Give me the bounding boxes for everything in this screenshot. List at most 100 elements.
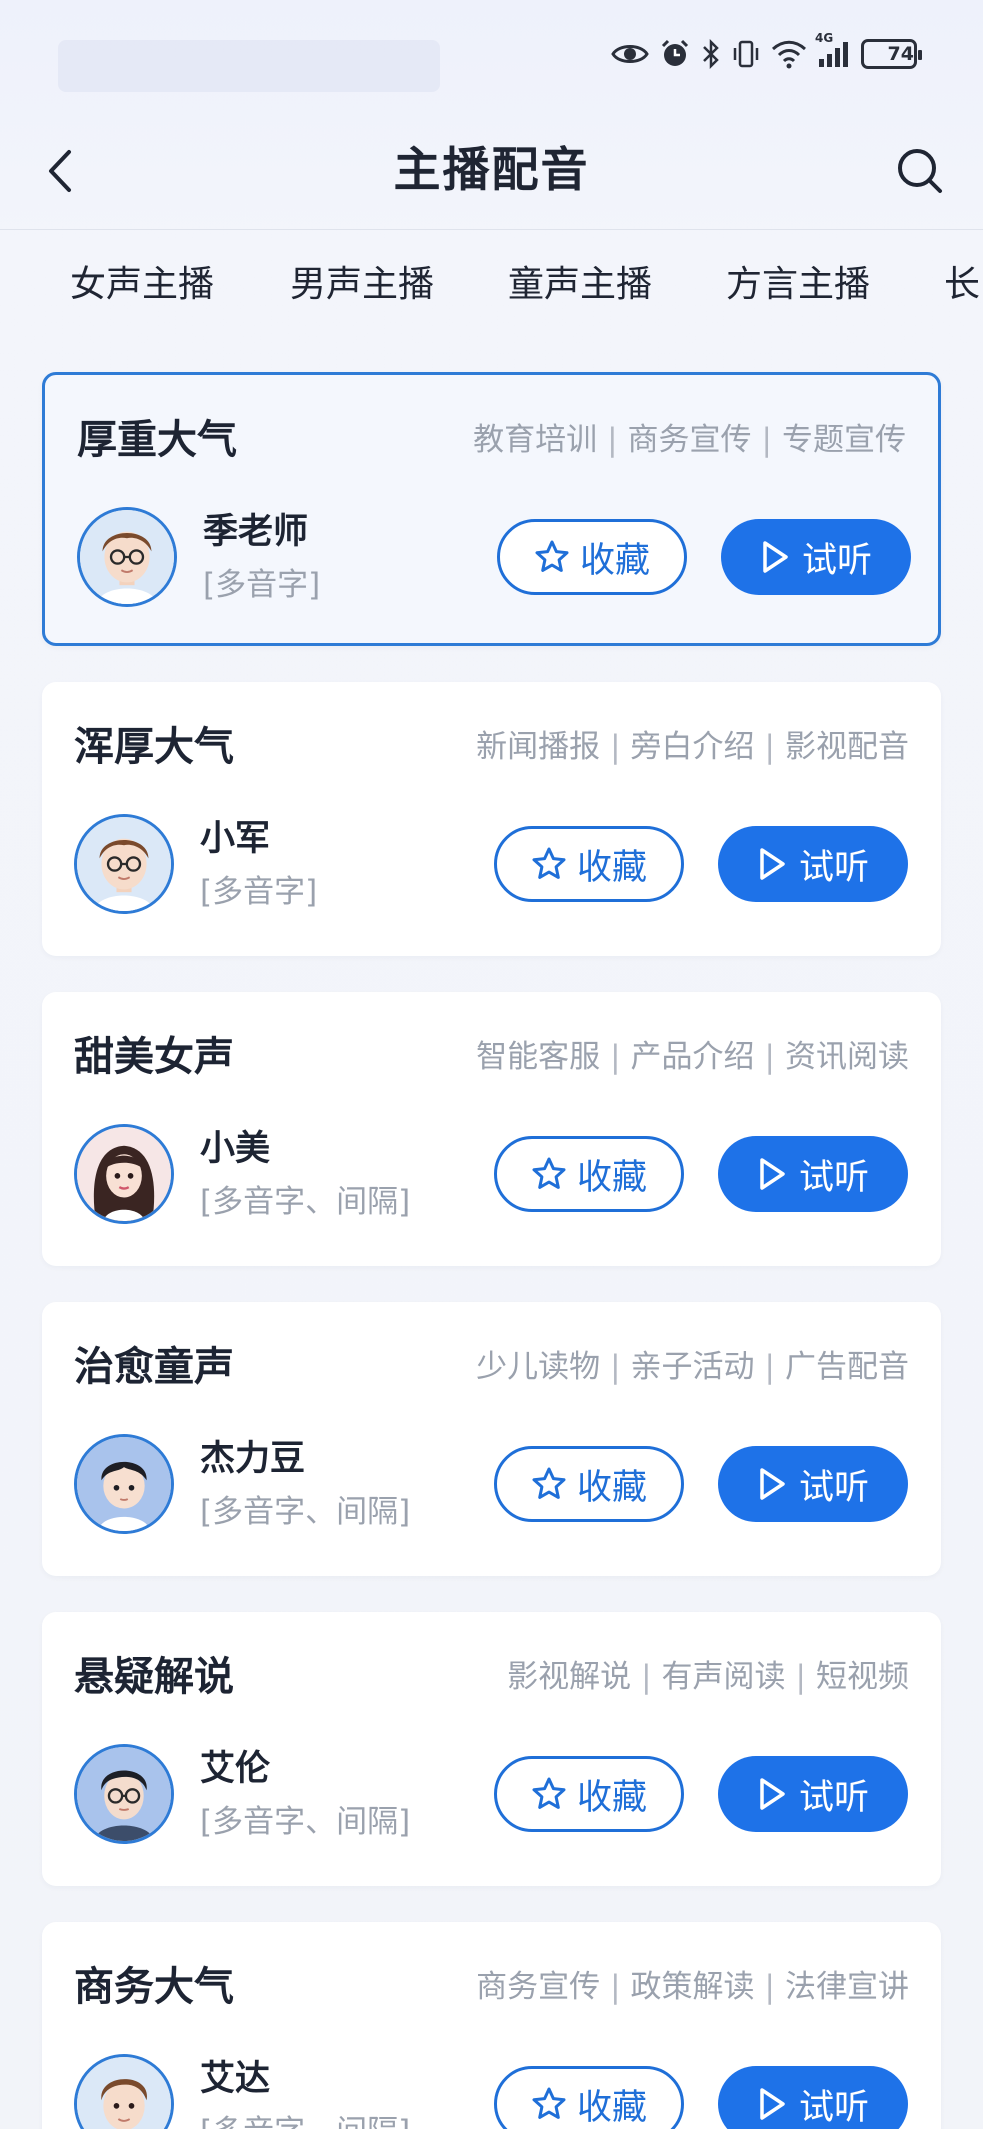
male-glasses-avatar[interactable] bbox=[77, 507, 177, 607]
tab-long-partial[interactable]: 长 bbox=[944, 260, 980, 310]
favorite-label: 收藏 bbox=[576, 847, 647, 888]
play-icon bbox=[757, 1466, 787, 1502]
tag-separator: | bbox=[761, 422, 772, 458]
child-avatar[interactable] bbox=[74, 1434, 174, 1534]
use-case-tag: 广告配音 bbox=[785, 1349, 909, 1385]
favorite-button[interactable]: 收藏 bbox=[494, 1756, 684, 1832]
use-case-tag: 商务宣传 bbox=[476, 1969, 601, 2005]
use-case-tag: 商务宣传 bbox=[627, 422, 752, 458]
favorite-label: 收藏 bbox=[579, 540, 650, 581]
play-icon bbox=[757, 2086, 787, 2122]
use-case-tag: 产品介绍 bbox=[630, 1039, 755, 1075]
tab-dialect-hosts[interactable]: 方言主播 bbox=[726, 260, 870, 310]
eye-icon bbox=[611, 40, 649, 68]
category-tabs: · 女声主播 男声主播 童声主播 方言主播 长 bbox=[0, 240, 983, 330]
card-use-cases: 少儿读物 | 亲子活动 | 广告配音 bbox=[476, 1344, 909, 1390]
male-glasses-dark-avatar[interactable] bbox=[74, 1744, 174, 1844]
use-case-tag: 有声阅读 bbox=[661, 1659, 786, 1695]
status-bar: 4G 74 bbox=[0, 0, 983, 112]
host-features: [多音字] bbox=[200, 874, 318, 910]
host-card-1[interactable]: 厚重大气 教育培训 | 商务宣传 | 专题宣传 季老师 [多音字] 收藏 试听 bbox=[42, 372, 941, 646]
tab-child-hosts[interactable]: 童声主播 bbox=[508, 260, 652, 310]
signal-icon: 4G bbox=[815, 31, 851, 69]
star-icon bbox=[531, 1156, 567, 1192]
use-case-tag: 旁白介绍 bbox=[630, 729, 755, 765]
preview-label: 试听 bbox=[801, 540, 872, 581]
host-card-6[interactable]: 商务大气 商务宣传|政策解读|法律宣讲 艾达 [多音字、间隔] 收藏 试听 bbox=[42, 1922, 941, 2129]
app-header: 主播配音 bbox=[0, 112, 983, 230]
card-use-cases: 新闻播报 | 旁白介绍 | 影视配音 bbox=[476, 724, 909, 770]
tag-separator: | bbox=[764, 1039, 775, 1075]
preview-button[interactable]: 试听 bbox=[718, 1756, 908, 1832]
star-icon bbox=[534, 539, 570, 575]
use-case-tag: 资讯阅读 bbox=[785, 1039, 909, 1075]
host-name: 小军 bbox=[200, 819, 271, 859]
card-title: 商务大气 bbox=[74, 1964, 234, 2010]
male-avatar[interactable] bbox=[74, 2054, 174, 2129]
battery-icon: 74 bbox=[861, 39, 922, 69]
preview-label: 试听 bbox=[798, 847, 869, 888]
tag-separator: | bbox=[607, 422, 618, 458]
card-use-cases: 教育培训 | 商务宣传 | 专题宣传 bbox=[473, 417, 906, 463]
preview-button[interactable]: 试听 bbox=[718, 1136, 908, 1212]
host-card-3[interactable]: 甜美女声 智能客服 | 产品介绍 | 资讯阅读 小美 [多音字、间隔] 收藏 试听 bbox=[42, 992, 941, 1266]
preview-button[interactable]: 试听 bbox=[718, 826, 908, 902]
host-name: 艾伦 bbox=[200, 1749, 271, 1789]
tab-female-hosts[interactable]: 女声主播 bbox=[70, 260, 214, 310]
favorite-button[interactable]: 收藏 bbox=[494, 1136, 684, 1212]
card-use-cases: 智能客服 | 产品介绍 | 资讯阅读 bbox=[476, 1034, 909, 1080]
tag-separator: | bbox=[764, 1349, 775, 1385]
status-icons: 4G 74 bbox=[611, 31, 922, 74]
card-title: 治愈童声 bbox=[74, 1344, 234, 1390]
star-icon bbox=[531, 1466, 567, 1502]
favorite-label: 收藏 bbox=[576, 1777, 647, 1818]
host-name: 季老师 bbox=[203, 512, 309, 552]
preview-button[interactable]: 试听 bbox=[718, 2066, 908, 2129]
host-name: 杰力豆 bbox=[200, 1439, 306, 1479]
male-glasses-avatar[interactable] bbox=[74, 814, 174, 914]
host-card-5[interactable]: 悬疑解说 影视解说 | 有声阅读 | 短视频 艾伦 [多音字、间隔] 收藏 试听 bbox=[42, 1612, 941, 1886]
preview-button[interactable]: 试听 bbox=[721, 519, 911, 595]
host-card-2[interactable]: 浑厚大气 新闻播报 | 旁白介绍 | 影视配音 小军 [多音字] 收藏 试听 bbox=[42, 682, 941, 956]
host-features: [多音字、间隔] bbox=[200, 1804, 411, 1840]
use-case-tag: 影视解说 bbox=[507, 1659, 632, 1695]
card-title: 甜美女声 bbox=[74, 1034, 234, 1080]
tag-separator: | bbox=[764, 1969, 775, 2005]
favorite-button[interactable]: 收藏 bbox=[494, 826, 684, 902]
page-title: 主播配音 bbox=[393, 143, 590, 198]
tag-separator: | bbox=[795, 1659, 806, 1695]
use-case-tag: 新闻播报 bbox=[476, 729, 601, 765]
search-button[interactable] bbox=[887, 138, 953, 204]
vibrate-icon bbox=[731, 38, 761, 70]
use-case-tag: 法律宣讲 bbox=[785, 1969, 909, 2005]
tag-separator: | bbox=[641, 1659, 652, 1695]
alarm-icon bbox=[659, 38, 691, 70]
use-case-tag: 少儿读物 bbox=[476, 1349, 601, 1385]
use-case-tag: 教育培训 bbox=[473, 422, 598, 458]
favorite-button[interactable]: 收藏 bbox=[497, 519, 687, 595]
card-title: 厚重大气 bbox=[77, 417, 237, 463]
tab-male-hosts[interactable]: 男声主播 bbox=[290, 260, 434, 310]
use-case-tag: 亲子活动 bbox=[630, 1349, 755, 1385]
use-case-tag: 短视频 bbox=[816, 1659, 909, 1695]
wifi-icon bbox=[771, 39, 807, 69]
use-case-tag: 专题宣传 bbox=[782, 422, 906, 458]
preview-label: 试听 bbox=[798, 1157, 869, 1198]
favorite-button[interactable]: 收藏 bbox=[494, 1446, 684, 1522]
host-name: 艾达 bbox=[200, 2059, 271, 2099]
host-features: [多音字、间隔] bbox=[200, 1494, 411, 1530]
host-name: 小美 bbox=[200, 1129, 271, 1169]
favorite-label: 收藏 bbox=[576, 2087, 647, 2128]
use-case-tag: 影视配音 bbox=[785, 729, 909, 765]
host-features: [多音字、间隔] bbox=[200, 2110, 410, 2129]
card-title: 浑厚大气 bbox=[74, 724, 234, 770]
host-features: [多音字] bbox=[203, 567, 321, 603]
favorite-button[interactable]: 收藏 bbox=[494, 2066, 684, 2129]
preview-button[interactable]: 试听 bbox=[718, 1446, 908, 1522]
bluetooth-icon bbox=[701, 38, 721, 70]
battery-level: 74 bbox=[887, 43, 914, 65]
star-icon bbox=[531, 1776, 567, 1812]
female-avatar[interactable] bbox=[74, 1124, 174, 1224]
preview-label: 试听 bbox=[798, 1777, 869, 1818]
host-card-4[interactable]: 治愈童声 少儿读物 | 亲子活动 | 广告配音 杰力豆 [多音字、间隔] 收藏 试听 bbox=[42, 1302, 941, 1576]
